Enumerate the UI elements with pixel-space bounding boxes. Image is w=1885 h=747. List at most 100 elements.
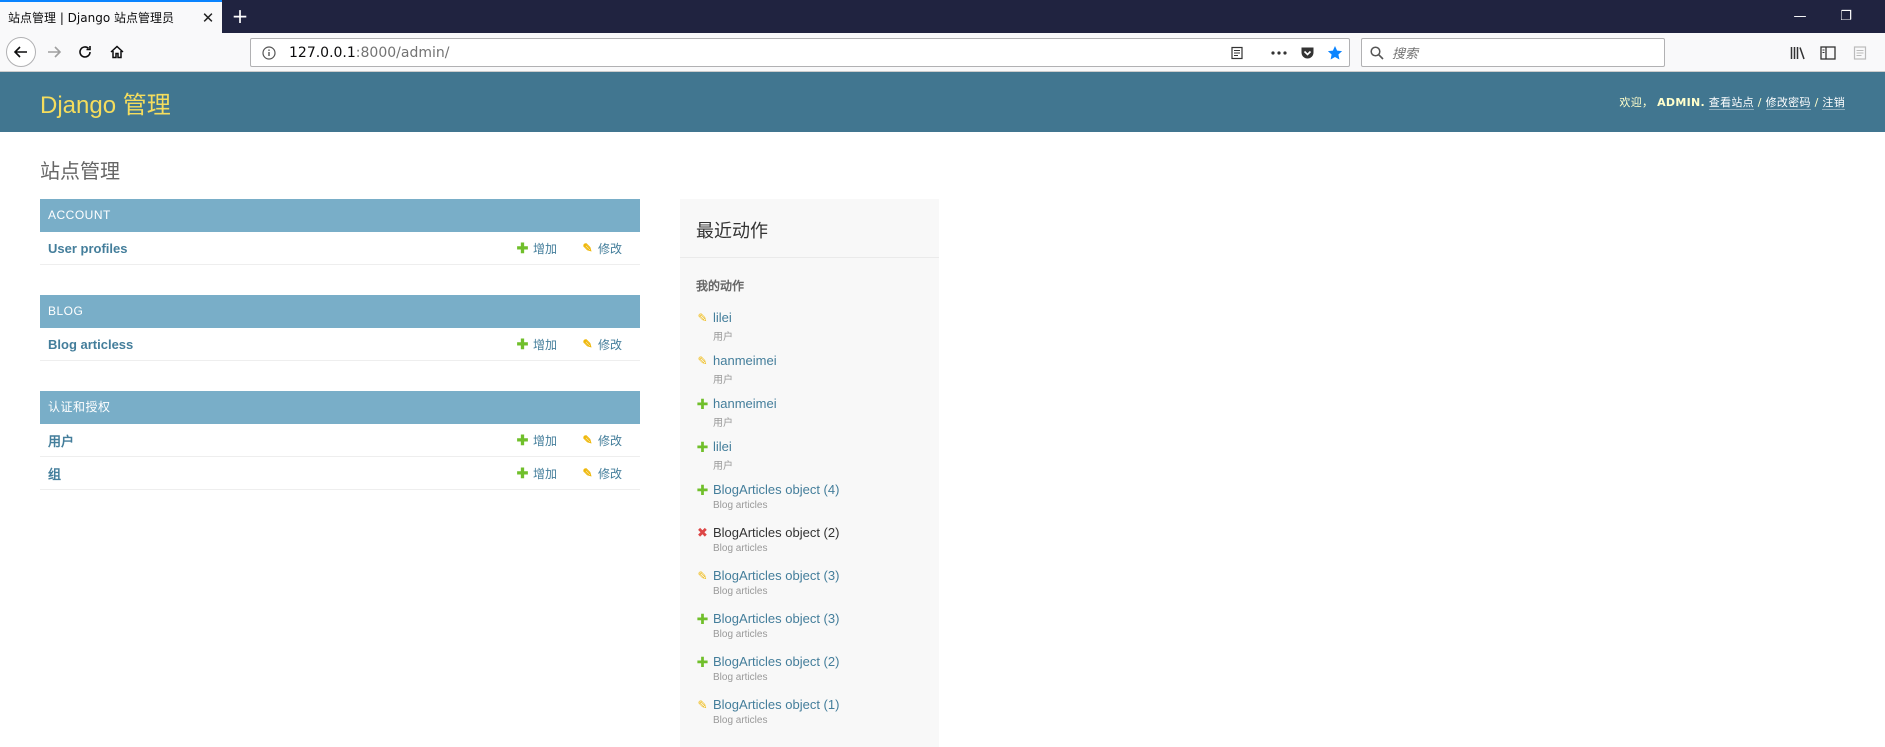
reader-view-icon[interactable]: [1223, 40, 1251, 66]
action-object-link[interactable]: lilei: [713, 310, 733, 325]
admin-header: Django 管理 欢迎， ADMIN. 查看站点 / 修改密码 / 注销: [0, 72, 1885, 132]
view-site-link[interactable]: 查看站点: [1708, 96, 1754, 110]
module-caption[interactable]: 认证和授权: [40, 391, 640, 424]
admin-content: 站点管理 ACCOUNT User profiles ✚ 增加 ✎ 修改 BLOG …: [40, 132, 1885, 747]
add-icon: ✚: [696, 612, 709, 628]
recent-actions-panel: 最近动作 我的动作 ✎ lilei 用户 ✎ hanmeimei 用户 ✚ hanmeimei…: [680, 199, 939, 747]
model-row: 用户 ✚ 增加 ✎ 修改: [40, 424, 640, 457]
app-list: ACCOUNT User profiles ✚ 增加 ✎ 修改 BLOG Blog …: [40, 199, 640, 520]
minimize-icon[interactable]: —: [1777, 0, 1823, 33]
change-link[interactable]: ✎ 修改: [581, 240, 640, 257]
browser-navbar: 127.0.0.1:8000/admin/ 搜索: [0, 33, 1885, 72]
action-list: ✎ lilei 用户 ✎ hanmeimei 用户 ✚ hanmeimei 用户 ✚ lilei 用户…: [680, 304, 939, 734]
model-row: Blog articless ✚ 增加 ✎ 修改: [40, 328, 640, 361]
app-module-blog: BLOG Blog articless ✚ 增加 ✎ 修改: [40, 295, 640, 361]
action-item: ✚ lilei 用户: [696, 433, 939, 476]
pencil-icon: ✎: [697, 569, 708, 583]
my-actions-heading: 我的动作: [696, 279, 745, 293]
reload-icon[interactable]: [71, 38, 99, 66]
action-object-link[interactable]: lilei: [713, 439, 733, 454]
model-row: User profiles ✚ 增加 ✎ 修改: [40, 232, 640, 265]
pencil-icon: ✎: [582, 241, 593, 255]
action-object-link[interactable]: BlogArticles object (2): [713, 654, 839, 669]
action-content-type: Blog articles: [713, 715, 768, 726]
action-content-type: 用户: [713, 375, 733, 386]
action-object-link[interactable]: BlogArticles object (4): [713, 482, 839, 497]
action-content-type: 用户: [713, 418, 733, 429]
add-link[interactable]: ✚ 增加: [516, 465, 581, 482]
search-bar[interactable]: 搜索: [1361, 38, 1665, 67]
action-item: ✚ BlogArticles object (3) Blog articles: [696, 605, 939, 648]
browser-tab[interactable]: 站点管理 | Django 站点管理员 ✕: [0, 0, 222, 33]
action-text: BlogArticles object (2) Blog articles: [713, 525, 839, 562]
add-icon: ✚: [696, 655, 709, 671]
action-text: BlogArticles object (3) Blog articles: [713, 611, 839, 648]
site-info-icon[interactable]: [257, 45, 281, 60]
page-actions-icon[interactable]: [1265, 40, 1293, 66]
home-icon[interactable]: [103, 38, 131, 66]
change-link[interactable]: ✎ 修改: [581, 336, 640, 353]
model-link[interactable]: 用户: [48, 431, 516, 450]
add-label: 增加: [533, 433, 558, 448]
username: ADMIN.: [1657, 96, 1705, 109]
user-tools: 欢迎， ADMIN. 查看站点 / 修改密码 / 注销: [1619, 94, 1845, 110]
new-tab-icon[interactable]: +: [228, 4, 252, 28]
url-host: 127.0.0.1: [289, 44, 356, 61]
page-title: 站点管理: [40, 161, 120, 183]
model-link[interactable]: Blog articless: [48, 337, 516, 352]
delete-icon: ✖: [697, 526, 708, 541]
action-object-link[interactable]: BlogArticles object (3): [713, 611, 839, 626]
restore-window-icon[interactable]: ❐: [1823, 0, 1869, 33]
action-content-type: Blog articles: [713, 500, 768, 511]
tab-close-icon[interactable]: ✕: [196, 6, 220, 30]
action-object-link: BlogArticles object (2): [713, 525, 840, 540]
module-caption[interactable]: ACCOUNT: [40, 199, 640, 232]
address-bar[interactable]: 127.0.0.1:8000/admin/: [250, 38, 1350, 67]
action-text: hanmeimei 用户: [713, 396, 777, 433]
site-branding[interactable]: Django 管理: [40, 85, 171, 120]
action-object-link[interactable]: hanmeimei: [713, 396, 777, 411]
back-icon[interactable]: [6, 37, 36, 67]
search-input[interactable]: 搜索: [1392, 43, 1418, 62]
add-link[interactable]: ✚ 增加: [516, 432, 581, 449]
browser-titlebar: 站点管理 | Django 站点管理员 ✕ + — ❐: [0, 0, 1885, 33]
url-text: 127.0.0.1:8000/admin/: [289, 45, 1223, 61]
action-object-link[interactable]: hanmeimei: [713, 353, 777, 368]
bookmark-star-icon[interactable]: [1321, 40, 1349, 66]
pencil-icon: ✎: [697, 698, 708, 712]
action-content-type: Blog articles: [713, 543, 768, 554]
logout-link[interactable]: 注销: [1822, 96, 1845, 110]
pocket-icon[interactable]: [1293, 40, 1321, 66]
add-icon: ✚: [516, 239, 529, 256]
sidebar-toggle-icon[interactable]: [1814, 39, 1842, 67]
change-label: 修改: [598, 337, 623, 352]
pencil-icon: ✎: [697, 311, 708, 325]
action-object-link[interactable]: BlogArticles object (3): [713, 568, 839, 583]
module-caption[interactable]: BLOG: [40, 295, 640, 328]
action-item: ✎ BlogArticles object (1) Blog articles: [696, 691, 939, 734]
app-module-account: ACCOUNT User profiles ✚ 增加 ✎ 修改: [40, 199, 640, 265]
action-text: BlogArticles object (4) Blog articles: [713, 482, 839, 519]
add-icon: ✚: [516, 335, 529, 352]
add-label: 增加: [533, 241, 558, 256]
add-link[interactable]: ✚ 增加: [516, 240, 581, 257]
library-icon[interactable]: [1784, 39, 1812, 67]
change-label: 修改: [598, 466, 623, 481]
change-password-link[interactable]: 修改密码: [1765, 96, 1811, 110]
reader-mode-icon[interactable]: [1846, 39, 1874, 67]
action-content-type: Blog articles: [713, 672, 768, 683]
recent-actions-title: 最近动作: [680, 199, 939, 258]
action-object-link[interactable]: BlogArticles object (1): [713, 697, 839, 712]
change-link[interactable]: ✎ 修改: [581, 432, 640, 449]
add-icon: ✚: [516, 431, 529, 448]
action-text: lilei 用户: [713, 310, 733, 347]
model-link[interactable]: User profiles: [48, 241, 516, 256]
model-link[interactable]: 组: [48, 464, 516, 483]
change-link[interactable]: ✎ 修改: [581, 465, 640, 482]
separator: /: [1810, 96, 1823, 109]
action-content-type: Blog articles: [713, 629, 768, 640]
add-link[interactable]: ✚ 增加: [516, 336, 581, 353]
pencil-icon: ✎: [697, 354, 708, 368]
action-content-type: Blog articles: [713, 586, 768, 597]
forward-icon[interactable]: [40, 38, 68, 66]
